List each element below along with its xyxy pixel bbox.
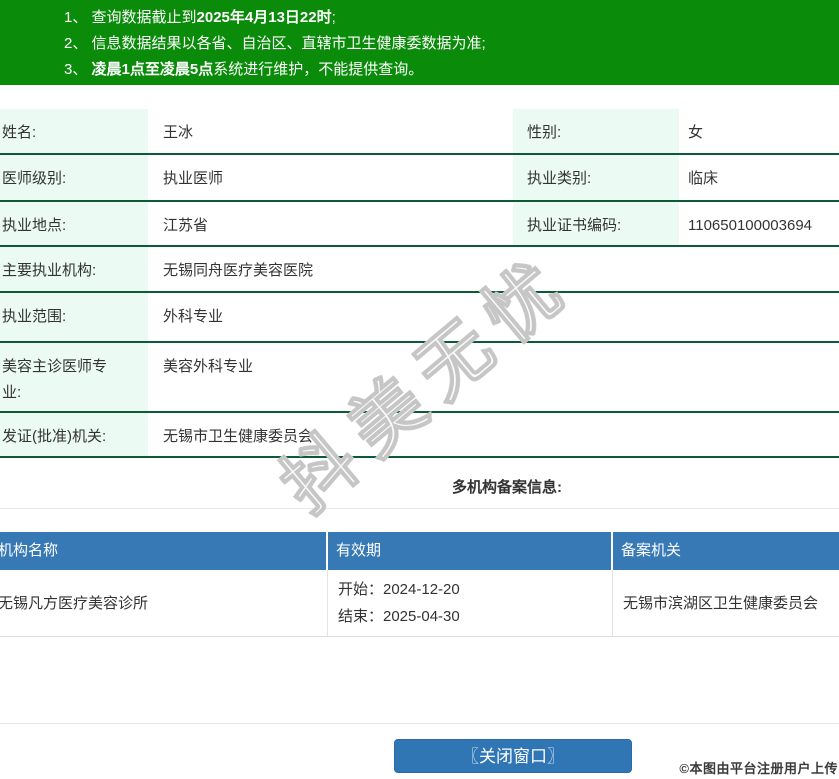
validity-start: 开始：2024-12-20 — [338, 581, 460, 598]
field-value-location: 江苏省 — [163, 217, 209, 234]
validity-cell: 开始：2024-12-20 结束：2025-04-30 — [328, 570, 613, 636]
notice-line-2: 2、 信息数据结果以各省、自治区、直辖市卫生健康委数据为准; — [64, 31, 839, 57]
column-header-validity: 有效期 — [328, 532, 611, 570]
table-row: 姓名: 王冰 性别: 女 — [0, 109, 839, 155]
field-label-level: 医师级别: — [0, 155, 148, 200]
field-value-name: 王冰 — [163, 124, 194, 141]
field-label-issuer: 发证(批准)机关: — [0, 413, 148, 456]
authority-cell: 无锡市滨湖区卫生健康委员会 — [613, 570, 839, 636]
table-row: 发证(批准)机关: 无锡市卫生健康委员会 — [0, 413, 839, 458]
notice-line-2-text: 2、 信息数据结果以各省、自治区、直辖市卫生健康委数据为准; — [64, 35, 486, 52]
field-label-location: 执业地点: — [0, 202, 148, 245]
validity-end: 结束：2025-04-30 — [338, 608, 460, 625]
close-window-button[interactable]: 〖关闭窗口〗 — [394, 739, 632, 773]
practitioner-info-table: 姓名: 王冰 性别: 女 医师级别: 执业医师 执业类别: 临床 执业地点: 江… — [0, 109, 839, 458]
field-value-cert-number: 110650100003694 — [688, 217, 813, 234]
notice-line-1-text: 1、 查询数据截止到 — [64, 9, 197, 26]
field-value-gender: 女 — [688, 124, 704, 141]
field-value-level: 执业医师 — [163, 170, 224, 187]
field-label-specialty: 美容主诊医师专业: — [0, 343, 148, 411]
table-row: 执业范围: 外科专业 — [0, 293, 839, 343]
table-row: 主要执业机构: 无锡同舟医疗美容医院 — [0, 247, 839, 293]
field-value-issuer: 无锡市卫生健康委员会 — [163, 428, 314, 445]
notice-line-1-bold: 2025年4月13日22时 — [196, 9, 332, 26]
field-label-cert-number: 执业证书编码: — [513, 202, 679, 245]
table-row: 医师级别: 执业医师 执业类别: 临床 — [0, 155, 839, 202]
column-header-org-name: 机构名称 — [0, 532, 326, 570]
notice-line-3: 3、 凌晨1点至凌晨5点系统进行维护，不能提供查询。 — [64, 57, 839, 83]
column-header-authority: 备案机关 — [613, 532, 839, 570]
footer-divider — [0, 723, 839, 724]
copyright-watermark: ©本图由平台注册用户上传 — [679, 761, 838, 776]
field-value-specialty: 美容外科专业 — [163, 358, 254, 375]
field-label-category: 执业类别: — [513, 155, 679, 200]
table-row: 美容主诊医师专业: 美容外科专业 — [0, 343, 839, 413]
notice-line-3-bold: 凌晨1点至凌晨5点 — [91, 61, 214, 78]
field-value-category: 临床 — [688, 170, 719, 187]
org-name-cell: 无锡凡方医疗美容诊所 — [0, 570, 328, 636]
field-label-main-org: 主要执业机构: — [0, 247, 148, 291]
notice-line-1: 1、 查询数据截止到2025年4月13日22时; — [64, 5, 839, 31]
section-title-multi-org: 多机构备案信息: — [452, 479, 562, 496]
field-value-main-org: 无锡同舟医疗美容医院 — [163, 262, 314, 279]
notice-line-3-text: 3、 — [64, 61, 92, 78]
org-name-text: 无锡凡方医疗美容诊所 — [0, 594, 149, 612]
registration-table: 机构名称 有效期 备案机关 无锡凡方医疗美容诊所 开始：2024-12-20 结… — [0, 532, 839, 637]
field-label-scope: 执业范围: — [0, 293, 148, 341]
section-divider — [0, 508, 839, 509]
authority-text: 无锡市滨湖区卫生健康委员会 — [623, 594, 819, 612]
notice-line-1-tail: ; — [331, 9, 336, 26]
field-label-gender: 性别: — [513, 109, 679, 153]
table-row: 执业地点: 江苏省 执业证书编码: 110650100003694 — [0, 202, 839, 247]
notice-banner: 1、 查询数据截止到2025年4月13日22时; 2、 信息数据结果以各省、自治… — [0, 0, 839, 85]
field-value-scope: 外科专业 — [163, 308, 224, 325]
field-label-name: 姓名: — [0, 109, 148, 153]
registration-table-header: 机构名称 有效期 备案机关 — [0, 532, 839, 570]
table-row: 无锡凡方医疗美容诊所 开始：2024-12-20 结束：2025-04-30 无… — [0, 570, 839, 637]
notice-line-3-tail: 系统进行维护，不能提供查询。 — [213, 61, 424, 78]
